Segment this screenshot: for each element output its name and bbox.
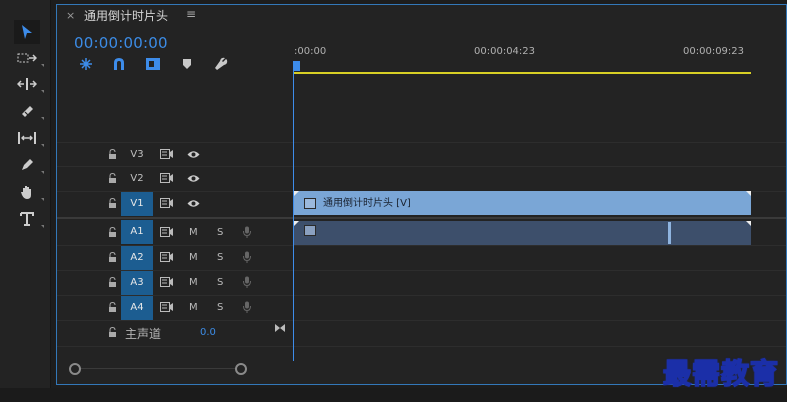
- close-tab-button[interactable]: ×: [66, 9, 75, 22]
- eye-icon[interactable]: [187, 174, 200, 183]
- scrollbar-left-handle[interactable]: [69, 363, 81, 375]
- go-to-end-icon[interactable]: [274, 323, 286, 333]
- sync-lock-icon[interactable]: [160, 198, 174, 208]
- microphone-icon[interactable]: [243, 301, 251, 313]
- audio-clip[interactable]: [294, 221, 751, 245]
- track-name-a1[interactable]: A1: [121, 220, 153, 244]
- clip-end-corner-icon: [746, 191, 751, 196]
- fx-badge-icon: [304, 198, 316, 209]
- razor-tool-icon[interactable]: [14, 99, 44, 123]
- sync-lock-icon[interactable]: [160, 302, 174, 312]
- pen-tool-icon[interactable]: [14, 153, 44, 177]
- microphone-icon[interactable]: [243, 251, 251, 263]
- clip-end-corner-icon: [746, 221, 751, 226]
- solo-button[interactable]: S: [217, 252, 223, 263]
- microphone-icon[interactable]: [243, 276, 251, 288]
- solo-button[interactable]: S: [217, 302, 223, 313]
- video-audio-divider[interactable]: [57, 217, 786, 219]
- watermark-logo: 最需教育: [662, 356, 780, 391]
- zoom-scrollbar[interactable]: [73, 368, 242, 369]
- track-divider: [57, 320, 786, 321]
- track-divider: [57, 295, 786, 296]
- selection-tool-icon[interactable]: [14, 20, 40, 44]
- clip-start-corner-icon: [294, 191, 299, 196]
- time-ruler[interactable]: :00:00 00:00:04:23 00:00:09:23: [294, 40, 752, 74]
- master-track-label: 主声道: [125, 327, 162, 341]
- microphone-icon[interactable]: [243, 226, 251, 238]
- hand-tool-icon[interactable]: [14, 180, 44, 204]
- slip-tool-icon[interactable]: [14, 126, 44, 150]
- linked-selection-icon[interactable]: [110, 55, 128, 73]
- track-name-a4[interactable]: A4: [121, 296, 153, 320]
- eye-icon[interactable]: [187, 150, 200, 159]
- lock-icon[interactable]: [108, 227, 117, 237]
- track-name-v3[interactable]: V3: [121, 143, 153, 167]
- audio-clip-marker: [668, 222, 671, 244]
- scrollbar-right-handle[interactable]: [235, 363, 247, 375]
- ruler-tick-label: :00:00: [294, 46, 327, 57]
- mute-button[interactable]: M: [189, 277, 198, 288]
- type-tool-icon[interactable]: [14, 207, 44, 231]
- track-divider: [57, 270, 786, 271]
- ripple-edit-tool-icon[interactable]: [14, 72, 44, 96]
- sync-lock-icon[interactable]: [160, 149, 174, 159]
- track-divider: [57, 142, 786, 143]
- sync-lock-icon[interactable]: [160, 252, 174, 262]
- track-divider: [57, 346, 786, 347]
- sequence-tab-title[interactable]: 通用倒计时片头: [84, 7, 168, 24]
- sync-lock-icon[interactable]: [160, 277, 174, 287]
- track-name-a3[interactable]: A3: [121, 271, 153, 295]
- eye-icon[interactable]: [187, 199, 200, 208]
- clip-start-corner-icon: [294, 221, 299, 226]
- lock-icon[interactable]: [108, 173, 117, 183]
- panel-menu-button[interactable]: ≡: [186, 7, 196, 21]
- marker-icon[interactable]: [178, 55, 196, 73]
- solo-button[interactable]: S: [217, 227, 223, 238]
- playhead-handle[interactable]: [293, 61, 300, 71]
- sync-lock-icon[interactable]: [160, 173, 174, 183]
- playhead-line[interactable]: [293, 70, 294, 361]
- playhead-timecode[interactable]: 00:00:00:00: [74, 34, 168, 52]
- snap-icon[interactable]: [77, 55, 95, 73]
- track-divider: [57, 245, 786, 246]
- master-volume-value[interactable]: 0.0: [200, 327, 216, 338]
- lock-icon[interactable]: [108, 198, 117, 208]
- sync-lock-icon[interactable]: [160, 227, 174, 237]
- lock-icon[interactable]: [108, 252, 117, 262]
- lock-icon[interactable]: [108, 302, 117, 312]
- video-clip-label: 通用倒计时片头 [V]: [323, 198, 411, 209]
- mute-button[interactable]: M: [189, 252, 198, 263]
- ruler-tick-label: 00:00:04:23: [474, 46, 536, 57]
- track-name-a2[interactable]: A2: [121, 246, 153, 270]
- add-marker-icon[interactable]: [144, 55, 162, 73]
- lock-icon[interactable]: [108, 149, 117, 159]
- fx-badge-icon: [304, 225, 316, 236]
- mute-button[interactable]: M: [189, 302, 198, 313]
- lock-icon[interactable]: [108, 277, 117, 287]
- track-name-v2[interactable]: V2: [121, 167, 153, 191]
- lock-icon[interactable]: [108, 327, 117, 337]
- track-name-v1[interactable]: V1: [121, 192, 153, 216]
- ruler-tick-label: 00:00:09:23: [683, 46, 745, 57]
- tools-panel: [0, 0, 51, 402]
- track-select-tool-icon[interactable]: [14, 46, 44, 70]
- mute-button[interactable]: M: [189, 227, 198, 238]
- solo-button[interactable]: S: [217, 277, 223, 288]
- wrench-icon[interactable]: [212, 55, 230, 73]
- track-divider: [57, 166, 786, 167]
- work-area-bar[interactable]: [294, 72, 751, 74]
